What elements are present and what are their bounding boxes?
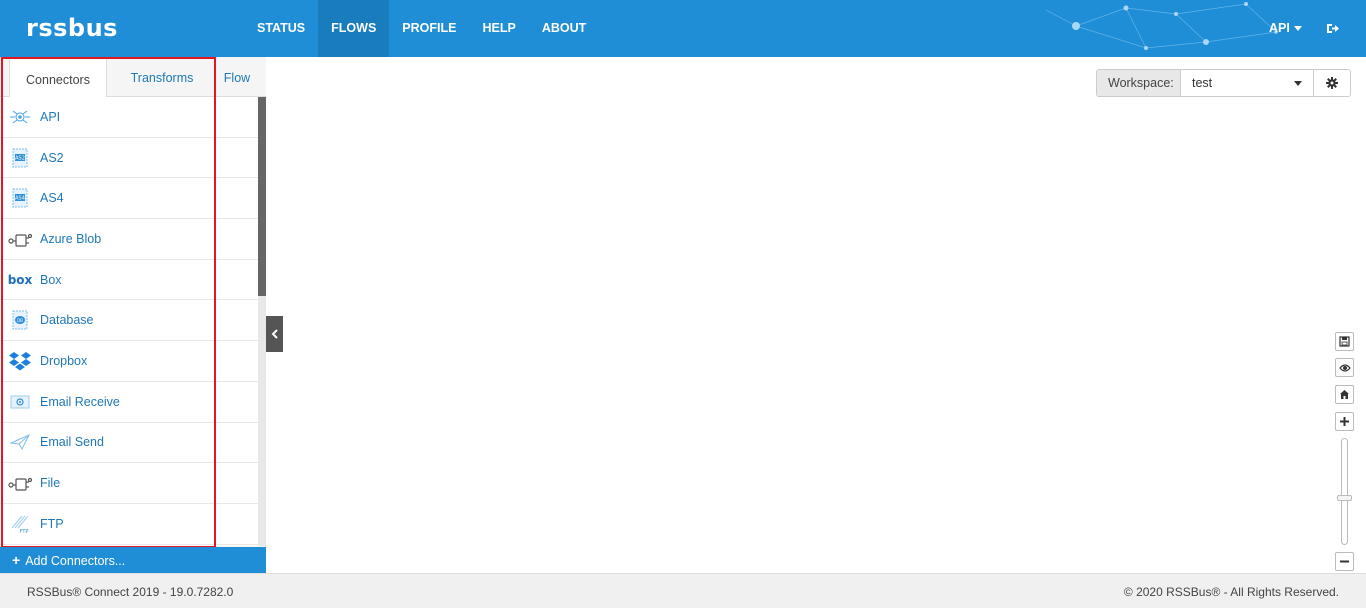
box-logo-icon: box xyxy=(8,270,32,290)
paper-plane-icon xyxy=(8,432,32,452)
top-navbar: rssbus STATUS FLOWS PROFILE HELP ABOUT A… xyxy=(0,0,1366,57)
caret-down-icon xyxy=(1294,81,1302,86)
nav-flows[interactable]: FLOWS xyxy=(318,0,390,57)
connector-as2[interactable]: AS2 AS2 xyxy=(0,138,258,179)
connector-ftp[interactable]: FTP FTP xyxy=(0,504,258,545)
user-menu[interactable]: API xyxy=(1269,21,1302,35)
api-gear-icon xyxy=(8,107,32,127)
connector-label: API xyxy=(40,109,61,124)
connector-list: API AS2 AS2 AS4 AS4 Azure Blob box Box D… xyxy=(0,97,258,546)
svg-text:FTP: FTP xyxy=(20,529,29,534)
gear-icon xyxy=(1326,77,1338,89)
copyright-text: © 2020 RSSBus® - All Rights Reserved. xyxy=(1123,585,1339,599)
svg-text:DB: DB xyxy=(17,318,23,323)
connector-label: AS2 xyxy=(40,150,64,165)
minus-icon xyxy=(1340,560,1349,563)
tab-flow[interactable]: Flow xyxy=(217,57,257,97)
preview-button[interactable] xyxy=(1335,358,1354,377)
workspace-value: test xyxy=(1192,76,1213,90)
nav-about[interactable]: ABOUT xyxy=(529,0,599,57)
user-menu-label: API xyxy=(1269,21,1290,35)
save-button[interactable] xyxy=(1335,332,1354,351)
add-connectors-label: Add Connectors... xyxy=(25,554,126,568)
nav-profile[interactable]: PROFILE xyxy=(389,0,469,57)
plug-connector-icon xyxy=(8,473,32,493)
network-decoration xyxy=(1046,2,1278,50)
database-icon: DB xyxy=(8,310,32,330)
connector-label: Box xyxy=(40,272,62,287)
home-icon xyxy=(1340,390,1349,399)
connector-file[interactable]: File xyxy=(0,463,258,504)
connector-label: FTP xyxy=(40,516,64,531)
zoom-in-button[interactable] xyxy=(1335,412,1354,431)
connector-api[interactable]: API xyxy=(0,97,258,138)
zoom-slider-handle[interactable] xyxy=(1337,495,1352,501)
add-connectors-button[interactable]: + Add Connectors... xyxy=(0,547,266,573)
connector-azure-blob[interactable]: Azure Blob xyxy=(0,219,258,260)
connector-database[interactable]: DB Database xyxy=(0,300,258,342)
email-receive-icon xyxy=(8,392,32,412)
zoom-out-button[interactable] xyxy=(1335,552,1354,571)
caret-down-icon xyxy=(1293,26,1302,32)
plus-icon xyxy=(1340,417,1349,426)
connector-box[interactable]: box Box xyxy=(0,260,258,301)
eye-icon xyxy=(1338,363,1351,372)
version-text: RSSBus® Connect 2019 - 19.0.7282.0 xyxy=(27,585,234,599)
svg-text:AS2: AS2 xyxy=(15,155,25,161)
svg-text:box: box xyxy=(8,273,32,287)
as4-document-icon: AS4 xyxy=(8,188,32,208)
sidebar-scrollbar-thumb[interactable] xyxy=(258,97,266,296)
save-icon xyxy=(1339,336,1350,347)
sidebar-tabs: Connectors Transforms Flow xyxy=(0,57,266,98)
connector-email-receive[interactable]: Email Receive xyxy=(0,382,258,423)
dropbox-logo-icon xyxy=(8,351,32,371)
chevron-left-icon xyxy=(271,329,278,339)
plus-icon: + xyxy=(12,552,21,568)
sign-out-icon[interactable] xyxy=(1326,22,1339,35)
tab-connectors[interactable]: Connectors xyxy=(9,58,107,98)
workspace-selector: Workspace: test xyxy=(1096,69,1351,97)
connector-as4[interactable]: AS4 AS4 xyxy=(0,178,258,220)
workspace-label: Workspace: xyxy=(1097,70,1181,96)
connector-dropbox[interactable]: Dropbox xyxy=(0,341,258,382)
connector-email-send[interactable]: Email Send xyxy=(0,423,258,464)
connector-label: AS4 xyxy=(40,191,64,206)
ftp-icon: FTP xyxy=(8,514,32,534)
rssbus-logo[interactable]: rssbus xyxy=(26,14,118,42)
as2-document-icon: AS2 xyxy=(8,148,32,168)
connector-label: Database xyxy=(40,313,94,328)
nav-status[interactable]: STATUS xyxy=(244,0,318,57)
connector-label: Azure Blob xyxy=(40,231,102,246)
connector-sidebar: Connectors Transforms Flow API AS2 AS2 A… xyxy=(0,57,266,573)
footer: RSSBus® Connect 2019 - 19.0.7282.0 © 202… xyxy=(0,573,1366,608)
workspace-dropdown[interactable]: test xyxy=(1181,70,1314,96)
main-nav: STATUS FLOWS PROFILE HELP ABOUT xyxy=(244,0,599,57)
connector-label: File xyxy=(40,476,61,491)
home-button[interactable] xyxy=(1335,385,1354,404)
plug-connector-icon xyxy=(8,229,32,249)
svg-text:AS4: AS4 xyxy=(15,196,25,202)
connector-label: Email Send xyxy=(40,435,104,450)
tab-transforms[interactable]: Transforms xyxy=(107,57,217,97)
collapse-sidebar-button[interactable] xyxy=(266,316,283,352)
zoom-slider[interactable] xyxy=(1341,438,1348,545)
workspace-settings-button[interactable] xyxy=(1314,70,1350,96)
nav-help[interactable]: HELP xyxy=(469,0,528,57)
connector-label: Dropbox xyxy=(40,353,88,368)
connector-label: Email Receive xyxy=(40,394,120,409)
